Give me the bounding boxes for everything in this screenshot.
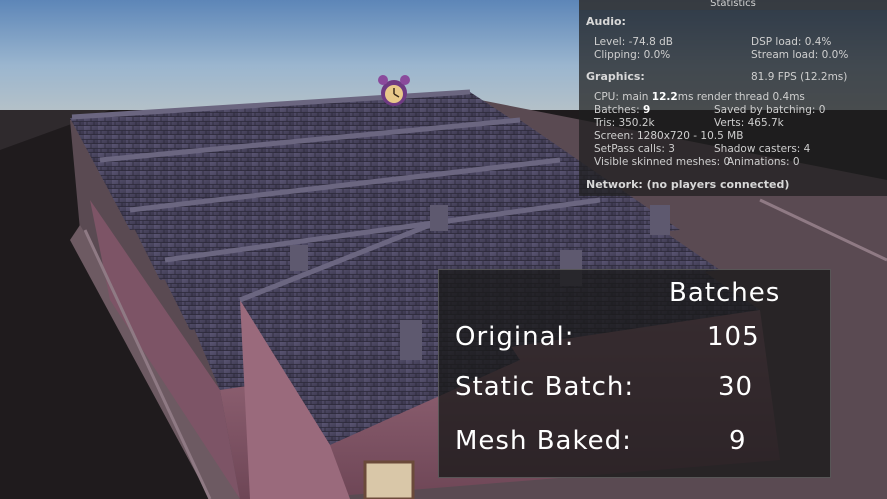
audio-level: Level: -74.8 dB — [594, 36, 673, 48]
screen-info: Screen: 1280x720 - 10.5 MB — [594, 130, 744, 142]
saved-by-batching: Saved by batching: 0 — [714, 104, 826, 116]
visible-skinned-meshes: Visible skinned meshes: 0 — [594, 156, 731, 168]
front-window — [363, 460, 415, 499]
original-value: 105 — [707, 322, 760, 352]
setpass-calls: SetPass calls: 3 — [594, 143, 675, 155]
stream-load: Stream load: 0.0% — [751, 49, 849, 61]
statistics-panel: Statistics Audio: Level: -74.8 dB DSP lo… — [579, 0, 887, 196]
tris-count: Tris: 350.2k — [594, 117, 655, 129]
mesh-baked-value: 9 — [729, 426, 747, 456]
fps-readout: 81.9 FPS (12.2ms) — [751, 71, 848, 83]
statistics-title: Statistics — [579, 0, 887, 10]
static-batch-label: Static Batch: — [455, 372, 635, 402]
network-status: Network: (no players connected) — [586, 178, 790, 191]
animations-count: Animations: 0 — [727, 156, 800, 168]
cpu-timing: CPU: main 12.2ms render thread 0.4ms — [594, 91, 805, 103]
graphics-header: Graphics: — [586, 70, 645, 83]
batches-header: Batches — [669, 278, 781, 308]
dsp-load: DSP load: 0.4% — [751, 36, 832, 48]
shadow-casters: Shadow casters: 4 — [714, 143, 811, 155]
mesh-baked-label: Mesh Baked: — [455, 426, 632, 456]
original-label: Original: — [455, 322, 575, 352]
batches-comparison-panel: Batches Original: 105 Static Batch: 30 M… — [438, 269, 831, 478]
audio-clipping: Clipping: 0.0% — [594, 49, 671, 61]
verts-count: Verts: 465.7k — [714, 117, 784, 129]
static-batch-value: 30 — [718, 372, 754, 402]
audio-header: Audio: — [586, 15, 626, 28]
batches-count: Batches: 9 — [594, 104, 651, 116]
